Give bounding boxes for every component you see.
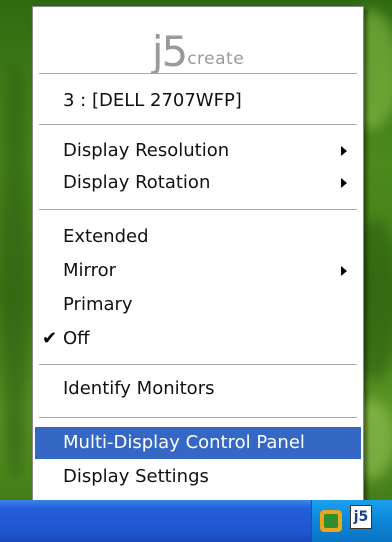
menu-separator xyxy=(39,209,357,211)
menu-item-label: Off xyxy=(63,328,90,349)
menu-separator xyxy=(39,364,357,366)
menu-item-display-settings[interactable]: Display Settings xyxy=(33,461,363,493)
menu-separator xyxy=(39,417,357,419)
logo-main-text: j5 xyxy=(151,27,188,76)
menu-separator xyxy=(39,124,357,126)
monitor-label: 3 : [DELL 2707WFP] xyxy=(63,90,242,111)
menu-item-mirror[interactable]: Mirror xyxy=(33,255,363,287)
desktop-background xyxy=(0,60,30,480)
checkmark-icon: ✔ xyxy=(42,328,58,349)
tray-icon-inner xyxy=(324,514,338,528)
menu-separator xyxy=(39,73,357,75)
j5create-tray-icon[interactable] xyxy=(320,510,342,532)
menu-item-label: Display Resolution xyxy=(63,140,230,161)
menu-item-identify-monitors[interactable]: Identify Monitors xyxy=(33,373,363,405)
submenu-arrow-icon xyxy=(341,178,347,188)
menu-item-off[interactable]: ✔ Off xyxy=(33,323,363,355)
submenu-arrow-icon xyxy=(341,146,347,156)
menu-item-extended[interactable]: Extended xyxy=(33,221,363,253)
menu-item-label: Mirror xyxy=(63,260,117,281)
menu-item-label: Identify Monitors xyxy=(63,378,215,399)
j5create-logo: j5 create xyxy=(33,17,363,73)
menu-item-label: Extended xyxy=(63,226,149,247)
context-menu: j5 create 3 : [DELL 2707WFP] Display Res… xyxy=(32,6,364,506)
logo-sub-text: create xyxy=(187,49,245,69)
network-tray-icon[interactable]: j5 xyxy=(350,505,372,529)
menu-item-label: Primary xyxy=(63,294,133,315)
menu-item-label: Display Settings xyxy=(63,466,209,487)
menu-item-multi-display-control-panel[interactable]: Multi-Display Control Panel xyxy=(35,427,361,459)
menu-item-display-rotation[interactable]: Display Rotation xyxy=(33,167,363,199)
menu-item-label: Display Rotation xyxy=(63,172,211,193)
submenu-arrow-icon xyxy=(341,266,347,276)
menu-item-primary[interactable]: Primary xyxy=(33,289,363,321)
menu-item-label: Multi-Display Control Panel xyxy=(63,432,305,453)
menu-item-display-resolution[interactable]: Display Resolution xyxy=(33,135,363,167)
